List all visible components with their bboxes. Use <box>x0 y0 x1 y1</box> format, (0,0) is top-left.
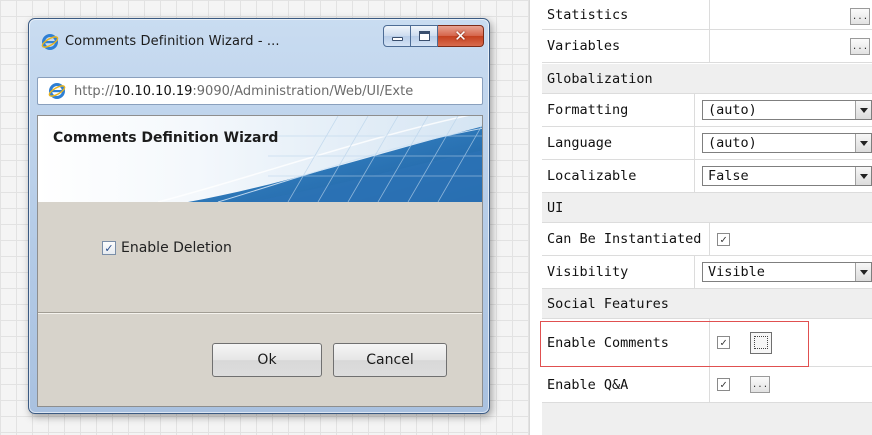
url-text: http://10.10.10.19:9090/Administration/W… <box>74 84 413 99</box>
property-value-cell: (auto) <box>695 127 872 159</box>
property-label: Language <box>542 127 695 159</box>
property-row-statistics: Statistics ... <box>542 0 872 30</box>
enable-deletion-row[interactable]: ✓ Enable Deletion <box>102 240 232 256</box>
button-divider <box>38 312 482 314</box>
property-value-cell: ... <box>710 30 872 62</box>
url-host: 10.10.10.19 <box>113 83 193 99</box>
property-row-variables: Variables ... <box>542 30 872 63</box>
category-globalization[interactable]: Globalization <box>542 64 872 94</box>
ie-logo-icon <box>41 34 59 50</box>
enable-qa-ellipsis-button[interactable]: ... <box>750 376 770 393</box>
property-label: Enable Q&A <box>542 367 710 402</box>
visibility-select[interactable]: Visible <box>702 262 872 282</box>
dropdown-arrow-icon[interactable] <box>855 134 871 152</box>
property-label: Can Be Instantiated <box>542 223 710 255</box>
enable-comments-ellipsis-button[interactable] <box>750 331 772 354</box>
property-value-cell: Visible <box>695 256 872 288</box>
wizard-window: Comments Definition Wizard - ... ✕ http:… <box>28 18 490 414</box>
can-be-instantiated-checkbox[interactable]: ✓ <box>717 232 730 246</box>
close-icon: ✕ <box>454 26 467 45</box>
property-value-cell: ✓ <box>710 319 872 366</box>
property-value-cell: ✓ ... <box>710 367 872 402</box>
select-value: (auto) <box>708 102 757 118</box>
property-row-language: Language (auto) <box>542 127 872 160</box>
address-bar[interactable]: http://10.10.10.19:9090/Administration/W… <box>37 77 483 105</box>
close-button[interactable]: ✕ <box>438 25 484 47</box>
select-value: False <box>708 168 749 184</box>
minimize-button[interactable] <box>383 25 411 47</box>
minimize-icon <box>391 37 403 41</box>
banner-wave-graphic <box>38 116 482 202</box>
url-path: :9090/Administration/Web/UI/Exte <box>192 83 414 99</box>
dialog-content: Comments Definition Wizard ✓ Enable Dele… <box>37 115 483 407</box>
enable-comments-checkbox[interactable]: ✓ <box>717 336 730 349</box>
property-grid: Statistics ... Variables ... Globalizati… <box>530 0 872 435</box>
property-value-cell: ... <box>710 0 872 29</box>
property-row-visibility: Visibility Visible <box>542 256 872 289</box>
category-social-features[interactable]: Social Features <box>542 289 872 319</box>
property-row-formatting: Formatting (auto) <box>542 94 872 127</box>
page-ie-icon <box>48 83 66 99</box>
cancel-button[interactable]: Cancel <box>333 343 447 377</box>
property-value-cell: (auto) <box>695 94 872 126</box>
dropdown-arrow-icon[interactable] <box>855 167 871 185</box>
property-label: Localizable <box>542 160 695 192</box>
property-label: Visibility <box>542 256 695 288</box>
statistics-ellipsis-button[interactable]: ... <box>850 8 870 25</box>
property-row-can-be-instantiated: Can Be Instantiated ✓ <box>542 223 872 256</box>
enable-deletion-label[interactable]: Enable Deletion <box>121 240 232 256</box>
wizard-banner: Comments Definition Wizard <box>38 116 482 202</box>
title-bar[interactable]: Comments Definition Wizard - ... ✕ <box>29 19 489 61</box>
dropdown-arrow-icon[interactable] <box>855 101 871 119</box>
localizable-select[interactable]: False <box>702 166 872 186</box>
maximize-icon <box>418 31 430 41</box>
property-label: Statistics <box>542 0 710 29</box>
enable-deletion-checkbox[interactable]: ✓ <box>102 241 116 255</box>
property-row-enable-comments: Enable Comments ✓ <box>542 319 872 367</box>
url-scheme: http:// <box>74 83 114 99</box>
window-title: Comments Definition Wizard - ... <box>65 34 280 49</box>
focus-rect-icon <box>754 336 768 349</box>
property-value-cell: ✓ <box>710 223 872 255</box>
property-row-enable-qa: Enable Q&A ✓ ... <box>542 367 872 403</box>
enable-qa-checkbox[interactable]: ✓ <box>717 378 730 391</box>
dropdown-arrow-icon[interactable] <box>855 263 871 281</box>
select-value: Visible <box>708 264 765 280</box>
grid-empty-area <box>542 403 872 435</box>
language-select[interactable]: (auto) <box>702 133 872 153</box>
property-label: Variables <box>542 30 710 62</box>
maximize-button[interactable] <box>411 25 438 47</box>
wizard-heading: Comments Definition Wizard <box>53 130 279 146</box>
property-label: Formatting <box>542 94 695 126</box>
variables-ellipsis-button[interactable]: ... <box>850 38 870 55</box>
property-value-cell: False <box>695 160 872 192</box>
select-value: (auto) <box>708 135 757 151</box>
formatting-select[interactable]: (auto) <box>702 100 872 120</box>
property-label: Enable Comments <box>542 319 710 366</box>
ok-button[interactable]: Ok <box>212 343 322 377</box>
property-row-localizable: Localizable False <box>542 160 872 193</box>
category-ui[interactable]: UI <box>542 193 872 223</box>
caption-buttons: ✕ <box>383 25 484 47</box>
